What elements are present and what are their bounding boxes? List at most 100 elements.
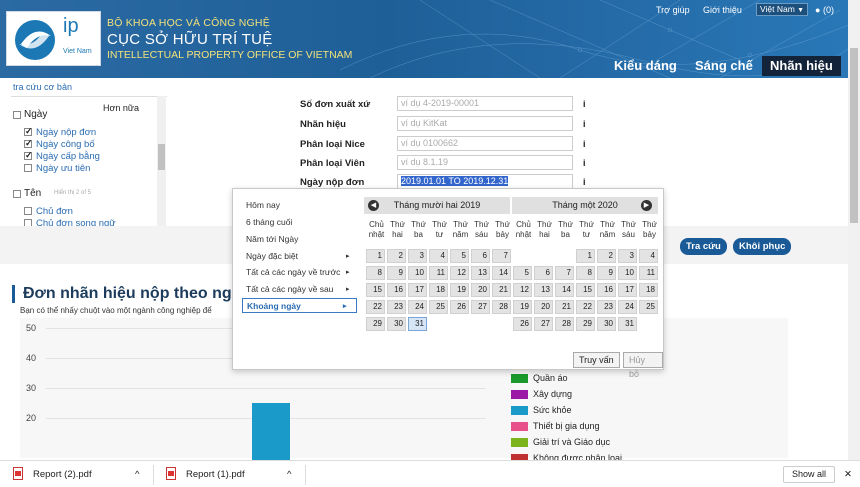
legend-swatch[interactable] [511,422,528,431]
download-item[interactable]: Report (2).pdf [33,469,92,480]
next-month-icon[interactable]: ▶ [641,200,652,211]
calendar-day[interactable]: 28 [492,300,511,314]
calendar-day[interactable]: 23 [387,300,406,314]
calendar-day[interactable]: 29 [576,317,595,331]
calendar-day[interactable]: 4 [429,249,448,263]
calendar-day[interactable]: 19 [513,300,532,314]
range-option[interactable]: Khoảng ngày ▸ [242,298,357,313]
filter-scrollbar-thumb[interactable] [158,144,165,170]
info-icon[interactable]: i [583,99,586,109]
calendar-day[interactable]: 11 [639,266,658,280]
trademark-input[interactable]: ví dụ KitKat [397,116,573,131]
calendar-day[interactable]: 2 [387,249,406,263]
legend-swatch[interactable] [511,390,528,399]
range-option[interactable]: Năm tới Ngày [246,234,298,244]
calendar-day[interactable]: 19 [450,283,469,297]
more-link[interactable]: Hơn nữa [103,103,139,113]
calendar-day[interactable]: 3 [618,249,637,263]
calendar-day[interactable]: 7 [555,266,574,280]
calendar-day[interactable]: 4 [639,249,658,263]
calendar-day[interactable]: 18 [639,283,658,297]
range-option[interactable]: Hôm nay [246,200,280,210]
range-option[interactable]: Tất cả các ngày về trước ▸ [246,267,350,277]
calendar-day[interactable]: 8 [366,266,385,280]
option-filing-date[interactable]: Ngày nộp đơn [36,127,96,138]
calendar-day[interactable]: 20 [534,300,553,314]
breadcrumb[interactable]: tra cứu cơ bản [13,82,72,92]
range-option[interactable]: Tất cả các ngày về sau ▸ [246,284,350,294]
tab-trademark[interactable]: Nhãn hiệu [762,56,841,76]
nice-class-input[interactable]: ví dụ 0100662 [397,136,573,151]
calendar-day[interactable]: 3 [408,249,427,263]
legend-label[interactable]: Thiết bị gia dụng [533,421,600,431]
legend-swatch[interactable] [511,374,528,383]
calendar-day[interactable]: 14 [555,283,574,297]
calendar-day[interactable]: 16 [387,283,406,297]
calendar-day[interactable]: 10 [618,266,637,280]
section-date-toggle[interactable] [13,111,21,119]
calendar-day[interactable]: 26 [450,300,469,314]
calendar-day[interactable]: 15 [576,283,595,297]
calendar-day[interactable]: 17 [618,283,637,297]
calendar-day[interactable]: 12 [450,266,469,280]
calendar-day[interactable]: 17 [408,283,427,297]
calendar-day[interactable]: 24 [408,300,427,314]
info-icon[interactable]: i [583,177,586,187]
cancel-button[interactable]: Hủy bỏ [623,352,663,379]
option-grant-date[interactable]: Ngày cấp bằng [36,151,100,162]
calendar-day[interactable]: 9 [597,266,616,280]
calendar-day[interactable]: 7 [492,249,511,263]
legend-label[interactable]: Xây dựng [533,389,572,399]
calendar-day[interactable]: 11 [429,266,448,280]
legend-label[interactable]: Sức khỏe [533,405,572,415]
calendar-day[interactable]: 6 [534,266,553,280]
checkbox-applicant[interactable] [24,207,32,215]
calendar-day[interactable]: 9 [387,266,406,280]
info-icon[interactable]: i [583,139,586,149]
calendar-day[interactable]: 2 [597,249,616,263]
calendar-day[interactable]: 5 [450,249,469,263]
info-icon[interactable]: i [583,158,586,168]
calendar-day[interactable]: 13 [534,283,553,297]
calendar-day[interactable]: 25 [429,300,448,314]
range-option[interactable]: Ngày đặc biệt ▸ [246,251,350,261]
calendar-day[interactable]: 25 [639,300,658,314]
calendar-day[interactable]: 12 [513,283,532,297]
checkbox-publication-date[interactable] [24,138,33,149]
download-menu-caret[interactable]: ^ [135,469,139,480]
calendar-day[interactable]: 30 [597,317,616,331]
checkbox-grant-date[interactable] [24,150,33,161]
ip-vietnam-logo[interactable]: ip Viet Nam [6,11,101,66]
calendar-day[interactable]: 28 [555,317,574,331]
calendar-day[interactable]: 22 [366,300,385,314]
help-link[interactable]: Trợ giúp [656,5,690,15]
calendar-day[interactable]: 20 [471,283,490,297]
option-applicant[interactable]: Chủ đơn [36,206,73,217]
language-select[interactable]: Việt Nam ▼ [756,3,808,16]
about-link[interactable]: Giới thiệu [703,5,742,15]
legend-swatch[interactable] [511,406,528,415]
calendar-day[interactable]: 31 [618,317,637,331]
checkbox-filing-date[interactable] [24,126,33,137]
origin-number-input[interactable]: ví dụ 4-2019-00001 [397,96,573,111]
tab-industrial-design[interactable]: Kiểu dáng [614,58,677,73]
tab-patent[interactable]: Sáng chế [695,58,753,73]
range-option[interactable]: 6 tháng cuối [246,217,292,227]
option-publication-date[interactable]: Ngày công bố [36,139,95,150]
calendar-day[interactable]: 23 [597,300,616,314]
search-button[interactable]: Tra cứu [680,238,727,255]
legend-label[interactable]: Giải trí và Giáo dục [533,437,610,447]
vienna-class-input[interactable]: ví dụ 8.1.19 [397,155,573,170]
calendar-day[interactable]: 6 [471,249,490,263]
close-icon[interactable]: ✕ [844,469,852,480]
checkbox-priority-date[interactable] [24,164,32,172]
reset-button[interactable]: Khôi phục [733,238,792,255]
calendar-day[interactable]: 1 [576,249,595,263]
calendar-day[interactable]: 22 [576,300,595,314]
calendar-day[interactable]: 30 [387,317,406,331]
option-priority-date[interactable]: Ngày ưu tiên [36,163,90,174]
download-item[interactable]: Report (1).pdf [186,469,245,480]
calendar-day[interactable]: 10 [408,266,427,280]
query-button[interactable]: Truy vấn [573,352,620,368]
calendar-day[interactable]: 15 [366,283,385,297]
